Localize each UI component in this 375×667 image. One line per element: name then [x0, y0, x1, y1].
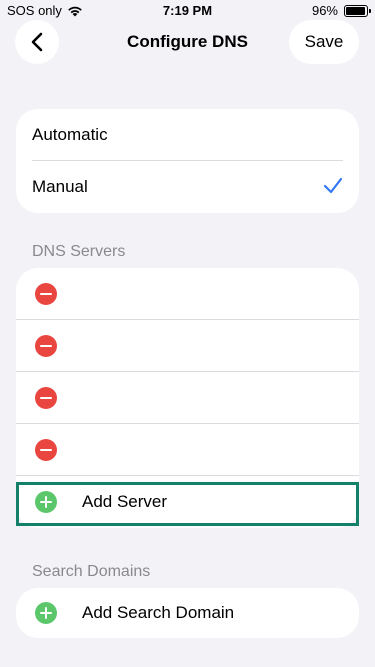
- remove-server-icon[interactable]: [35, 335, 57, 357]
- remove-server-icon[interactable]: [35, 387, 57, 409]
- dns-servers-header: DNS Servers: [32, 243, 126, 260]
- status-right: 96%: [311, 3, 371, 18]
- option-manual[interactable]: Manual: [16, 161, 359, 213]
- dns-server-row[interactable]: [16, 320, 359, 372]
- option-automatic[interactable]: Automatic: [16, 109, 359, 161]
- search-domains-header: Search Domains: [32, 563, 151, 580]
- dns-server-row[interactable]: [16, 372, 359, 424]
- add-server-label: Add Server: [82, 492, 168, 511]
- battery-icon: [344, 4, 371, 17]
- battery-percent: 96%: [311, 3, 338, 18]
- add-server-icon: [35, 491, 57, 513]
- add-search-domain-label: Add Search Domain: [82, 603, 235, 622]
- add-search-domain-icon: [35, 602, 57, 624]
- add-server-button[interactable]: Add Server: [16, 476, 359, 528]
- option-manual-label: Manual: [32, 177, 88, 196]
- search-domains-card: Add Search Domain: [16, 588, 359, 638]
- dns-server-row[interactable]: [16, 424, 359, 476]
- dns-servers-card: Add Server: [16, 268, 359, 528]
- navigation-bar: Configure DNS Save: [0, 20, 375, 64]
- add-search-domain-button[interactable]: Add Search Domain: [16, 588, 359, 638]
- save-button[interactable]: Save: [289, 20, 359, 64]
- checkmark-icon: [323, 177, 343, 194]
- option-automatic-label: Automatic: [32, 125, 108, 144]
- dns-mode-card: Automatic Manual: [16, 109, 359, 213]
- status-bar: SOS only 7:19 PM 96%: [0, 0, 375, 22]
- remove-server-icon[interactable]: [35, 283, 57, 305]
- remove-server-icon[interactable]: [35, 439, 57, 461]
- dns-server-row[interactable]: [16, 268, 359, 320]
